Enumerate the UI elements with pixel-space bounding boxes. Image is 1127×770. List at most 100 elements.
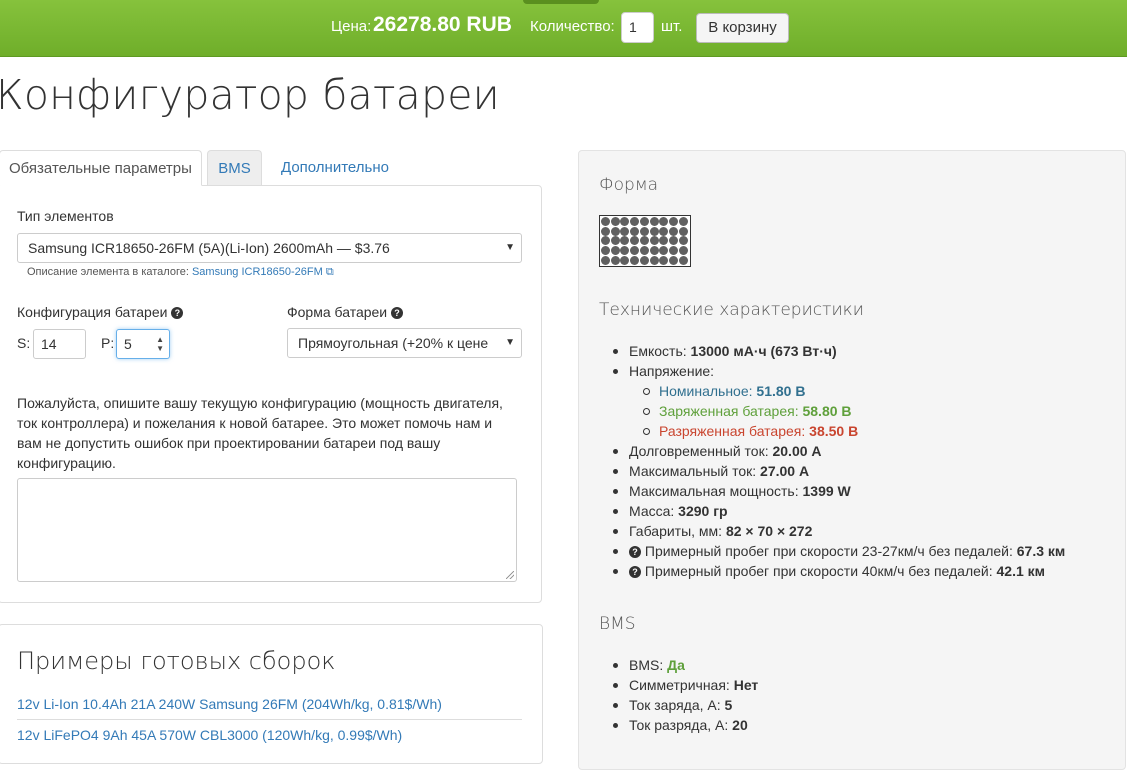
battery-cell [649, 217, 659, 226]
examples-title: Примеры готовых сборок [17, 647, 336, 675]
battery-cell [601, 217, 610, 226]
battery-cell [630, 226, 640, 236]
help-icon[interactable]: ? [391, 307, 404, 319]
price-value: 26278.80 RUB [373, 13, 512, 36]
config-label: Конфигурация батареи ? [17, 304, 184, 320]
p-input[interactable]: 5 ▲ ▼ [116, 329, 170, 359]
battery-cell [620, 255, 630, 265]
list-item: ? Примерный пробег при скорости 23-27км/… [612, 541, 1065, 561]
list-item: Симметричная: Нет [612, 677, 759, 693]
shape-label-text: Форма батареи [287, 304, 388, 320]
battery-cell [649, 226, 659, 236]
tech-specs-list: Емкость: 13000 мА·ч (673 Вт·ч) Напряжени… [612, 341, 1065, 581]
battery-cell [678, 236, 688, 246]
help-icon[interactable]: ? [171, 307, 184, 319]
battery-cell [610, 255, 620, 265]
tab-bms[interactable]: BMS [207, 150, 262, 186]
p-label: P: [101, 335, 115, 351]
list-item: ? Примерный пробег при скорости 40км/ч б… [612, 561, 1065, 581]
chevron-down-icon: ▼ [501, 329, 515, 357]
example-link[interactable]: 12v Li-Ion 10.4Ah 21A 240W Samsung 26FM … [17, 696, 442, 712]
battery-cell [639, 255, 649, 265]
price-label: Цена: [331, 18, 372, 35]
resize-grip-icon[interactable] [506, 571, 514, 579]
config-label-text: Конфигурация батареи [17, 304, 168, 320]
p-value: 5 [124, 336, 132, 352]
battery-cell [659, 246, 669, 256]
shape-label: Форма батареи ? [287, 304, 404, 320]
cell-type-select[interactable]: Samsung ICR18650-26FM (5A)(Li-Ion) 2600m… [17, 233, 522, 263]
battery-cell [668, 236, 678, 246]
battery-cell [659, 255, 669, 265]
quantity-unit: шт. [661, 18, 683, 35]
list-item: Номинальное: 51.80 В [629, 381, 1065, 401]
example-link[interactable]: 12v LiFePO4 9Ah 45A 570W CBL3000 (120Wh/… [17, 727, 402, 743]
tab-required-params[interactable]: Обязательные параметры [0, 150, 202, 186]
help-icon[interactable]: ? [629, 566, 641, 578]
list-item: Максимальная мощность: 1399 W [612, 481, 1065, 501]
battery-cell [678, 217, 688, 226]
description-text: Пожалуйста, опишите вашу текущую конфигу… [17, 395, 503, 471]
battery-cell [630, 217, 640, 226]
list-item: Долговременный ток: 20.00 А [612, 441, 1065, 461]
battery-cell [610, 217, 620, 226]
battery-cell [659, 217, 669, 226]
catalog-note: Описание элемента в каталоге: Samsung IC… [27, 266, 334, 279]
battery-cell [639, 226, 649, 236]
quantity-label: Количество: [530, 18, 615, 35]
help-icon[interactable]: ? [629, 546, 641, 558]
divider [17, 719, 522, 720]
list-item: Габариты, мм: 82 × 70 × 272 [612, 521, 1065, 541]
battery-cell [668, 246, 678, 256]
battery-cell [630, 255, 640, 265]
battery-shape-preview [599, 215, 691, 267]
s-label: S: [17, 335, 31, 351]
chevron-down-icon: ▼ [505, 242, 515, 253]
battery-cell [620, 246, 630, 256]
battery-cell [668, 255, 678, 265]
battery-cell [620, 217, 630, 226]
battery-cell [601, 246, 610, 256]
battery-cell [678, 246, 688, 256]
shape-value: Прямоугольная (+20% к цене [298, 335, 489, 351]
list-item: Емкость: 13000 мА·ч (673 Вт·ч) [612, 341, 1065, 361]
list-item: Ток заряда, А: 5 [612, 695, 758, 715]
battery-cell [610, 236, 620, 246]
shape-select[interactable]: Прямоугольная (+20% к цене ▼ [287, 328, 522, 358]
add-to-cart-button[interactable]: В корзину [696, 13, 789, 43]
examples-panel [0, 624, 543, 764]
comment-textarea[interactable] [17, 478, 517, 582]
battery-cell [601, 236, 610, 246]
battery-cell [639, 217, 649, 226]
external-link-icon[interactable]: ⧉ [326, 266, 334, 278]
battery-cell [630, 246, 640, 256]
list-item: Максимальный ток: 27.00 А [612, 461, 1065, 481]
bms-list: BMS: Да Симметричная: Нет Ток заряда, А:… [612, 655, 759, 735]
list-item: BMS: Да [612, 655, 758, 675]
list-item: Напряжение: [612, 361, 1065, 381]
battery-cell [649, 255, 659, 265]
battery-cell [601, 226, 610, 236]
list-item: Разряженная батарея: 38.50 В [629, 421, 1065, 441]
s-input[interactable]: 14 [33, 329, 86, 359]
tab-extra[interactable]: Дополнительно [272, 150, 398, 186]
price-bar: Цена: 26278.80 RUB Количество: 1 шт. В к… [0, 0, 1127, 57]
battery-cell [630, 236, 640, 246]
battery-cell [639, 246, 649, 256]
quantity-input[interactable]: 1 [621, 12, 654, 43]
catalog-note-label: Описание элемента в каталоге: [27, 266, 189, 278]
battery-cell [668, 217, 678, 226]
battery-cell [620, 226, 630, 236]
bar-notch [523, 0, 599, 4]
cell-type-value: Samsung ICR18650-26FM (5A)(Li-Ion) 2600m… [28, 240, 390, 256]
battery-cell [649, 236, 659, 246]
spinner-icon[interactable]: ▲ ▼ [156, 335, 164, 353]
list-item: Ток разряда, А: 20 [612, 715, 758, 735]
battery-cell [601, 255, 610, 265]
battery-cell [620, 236, 630, 246]
list-item: Масса: 3290 гр [612, 501, 1065, 521]
shape-title: Форма [599, 175, 659, 195]
catalog-link[interactable]: Samsung ICR18650-26FM [192, 266, 323, 278]
battery-cell [678, 226, 688, 236]
battery-cell [639, 236, 649, 246]
